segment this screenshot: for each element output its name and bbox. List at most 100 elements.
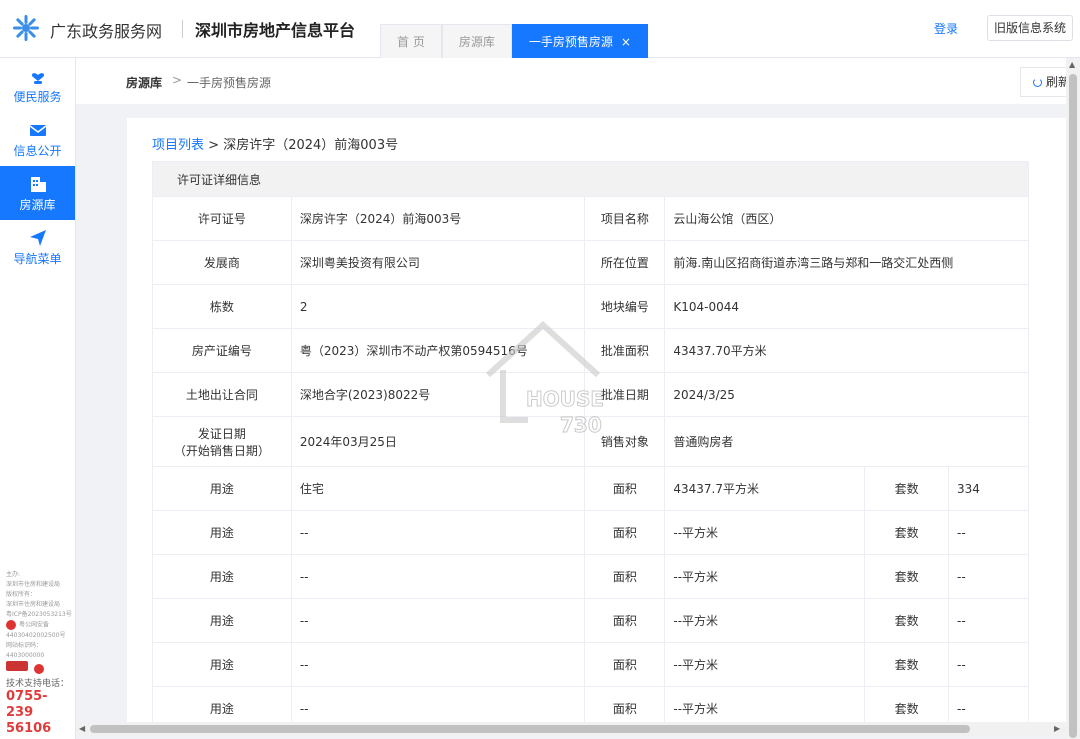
table-row: 许可证号 深房许字（2024）前海003号 项目名称 云山海公馆（西区）	[152, 196, 1029, 241]
old-system-button[interactable]: 旧版信息系统	[987, 15, 1074, 41]
detail-breadcrumb-current: 深房许字（2024）前海003号	[223, 138, 399, 153]
usage-row: 用途 -- 面积 --平方米 套数 --	[152, 598, 1029, 643]
scroll-right-icon[interactable]: ▶	[1054, 724, 1060, 733]
usage-row: 用途 -- 面积 --平方米 套数 --	[152, 554, 1029, 599]
sidebar-item-listings[interactable]: 房源库	[0, 166, 75, 220]
area-label: 面积	[584, 466, 666, 511]
sidebar-item-disclosure[interactable]: 信息公开	[0, 112, 75, 166]
horizontal-scroll-thumb[interactable]	[90, 725, 970, 733]
usage-value: 住宅	[290, 466, 586, 511]
area-value: 43437.7平方米	[664, 466, 866, 511]
scroll-up-icon[interactable]: ▲	[1069, 60, 1075, 69]
top-header: 广东政务服务网 深圳市房地产信息平台 首 页 房源库 一手房预售房源 × 登录 旧…	[0, 0, 1080, 58]
footer-line: 网站标识码：	[6, 641, 43, 649]
field-value: 2	[290, 284, 586, 329]
footer-badges	[6, 660, 74, 675]
units-value: --	[948, 598, 1029, 643]
tab-presale-listings[interactable]: 一手房预售房源 ×	[511, 24, 648, 58]
tech-support-phone: 0755-239	[6, 688, 48, 720]
field-label: 批准日期	[584, 372, 666, 417]
tab-listings-label: 房源库	[458, 35, 495, 49]
sidebar-item-label: 信息公开	[13, 144, 62, 158]
tab-listings[interactable]: 房源库	[441, 24, 512, 58]
table-row: 房产证编号 粤（2023）深圳市不动产权第0594516号 批准面积 43437…	[152, 328, 1029, 373]
footer-line: 主办:	[6, 571, 21, 578]
vertical-scroll-thumb[interactable]	[1069, 74, 1077, 738]
units-label: 套数	[864, 466, 950, 511]
usage-value: --	[290, 598, 586, 643]
detail-breadcrumb: 项目列表 > 深房许字（2024）前海003号	[152, 134, 398, 153]
tab-home[interactable]: 首 页	[380, 24, 442, 58]
sidebar-footer: 主办: 深圳市住房和建设局 版权所有： 深圳市住房和建设局 粤ICP备20230…	[6, 570, 74, 737]
units-value: --	[948, 686, 1029, 722]
usage-value: --	[290, 510, 586, 555]
usage-label: 用途	[152, 466, 292, 511]
area-value: --平方米	[664, 642, 866, 687]
table-row: 发证日期 （开始销售日期） 2024年03月25日 销售对象 普通购房者	[152, 416, 1029, 467]
field-value: 深房许字（2024）前海003号	[290, 196, 586, 241]
field-value: 云山海公馆（西区）	[664, 196, 1029, 241]
tab-presale-label: 一手房预售房源	[528, 35, 613, 49]
units-value: --	[948, 510, 1029, 555]
units-label: 套数	[864, 686, 950, 722]
sidebar-item-nav-menu[interactable]: 导航菜单	[0, 220, 75, 274]
breadcrumb-root[interactable]: 房源库	[126, 74, 162, 91]
area-label: 面积	[584, 642, 666, 687]
field-label-line: 发证日期	[197, 426, 246, 441]
party-badge-icon[interactable]	[34, 664, 44, 674]
footer-line: 4403000000	[6, 651, 45, 659]
field-label: 栋数	[152, 284, 292, 329]
login-link[interactable]: 登录	[934, 20, 958, 37]
footer-line: 深圳市住房和建设局	[6, 581, 61, 588]
field-label: 发证日期 （开始销售日期）	[152, 416, 292, 467]
scroll-left-icon[interactable]: ◀	[79, 724, 85, 733]
platform-title: 深圳市房地产信息平台	[195, 21, 356, 40]
horizontal-scrollbar[interactable]: ◀ ▶	[76, 722, 1066, 736]
tech-support-phone-cont: 56106	[6, 720, 52, 736]
field-value: 深地合字(2023)8022号	[290, 372, 586, 417]
area-label: 面积	[584, 686, 666, 722]
sidebar-item-label: 房源库	[19, 198, 56, 212]
brand-divider	[182, 20, 183, 38]
footer-line: 版权所有：	[6, 591, 37, 598]
breadcrumb-current: 一手房预售房源	[187, 76, 272, 90]
building-icon	[30, 177, 46, 192]
mail-icon	[29, 125, 46, 136]
police-record[interactable]: 粤公网安备	[6, 620, 74, 631]
detail-panel: 项目列表 > 深房许字（2024）前海003号 许可证详细信息 许可证号 深房许…	[127, 118, 1067, 722]
police-record-label: 粤公网安备	[19, 621, 50, 629]
area-label: 面积	[584, 554, 666, 599]
field-label: 土地出让合同	[152, 372, 292, 417]
icp-link[interactable]: 粤ICP备2023053213号	[6, 610, 74, 620]
area-value: --平方米	[664, 686, 866, 722]
usage-label: 用途	[152, 642, 292, 687]
usage-value: --	[290, 642, 586, 687]
field-label: 销售对象	[584, 416, 666, 467]
field-value: 普通购房者	[664, 416, 1029, 467]
sidebar-item-label: 便民服务	[13, 90, 62, 104]
tech-support-label: 技术支持电话：	[6, 678, 70, 689]
area-value: --平方米	[664, 598, 866, 643]
tab-home-label: 首 页	[397, 35, 425, 49]
guangdong-logo-icon	[13, 15, 39, 41]
gov-site-badge-icon[interactable]	[6, 660, 28, 671]
heart-hand-icon	[31, 73, 44, 84]
brand-name: 广东政务服务网	[50, 22, 163, 41]
field-value: K104-0044	[664, 284, 1029, 329]
field-value: 43437.70平方米	[664, 328, 1029, 373]
refresh-button[interactable]: 刷新	[1020, 67, 1070, 97]
field-label: 许可证号	[152, 196, 292, 241]
project-list-link[interactable]: 项目列表	[152, 138, 204, 153]
field-label: 批准面积	[584, 328, 666, 373]
sidebar-item-services[interactable]: 便民服务	[0, 58, 75, 112]
area-label: 面积	[584, 510, 666, 555]
field-value: 粤（2023）深圳市不动产权第0594516号	[290, 328, 586, 373]
usage-row: 用途 住宅 面积 43437.7平方米 套数 334	[152, 466, 1029, 511]
tab-close-icon[interactable]: ×	[621, 35, 631, 49]
usage-row: 用途 -- 面积 --平方米 套数 --	[152, 510, 1029, 555]
table-title: 许可证详细信息	[152, 161, 1029, 197]
vertical-scrollbar[interactable]: ▲	[1066, 58, 1080, 739]
field-value: 前海.南山区招商街道赤湾三路与郑和一路交汇处西侧	[664, 240, 1029, 285]
field-label-line: （开始销售日期）	[173, 443, 270, 458]
units-value: --	[948, 642, 1029, 687]
